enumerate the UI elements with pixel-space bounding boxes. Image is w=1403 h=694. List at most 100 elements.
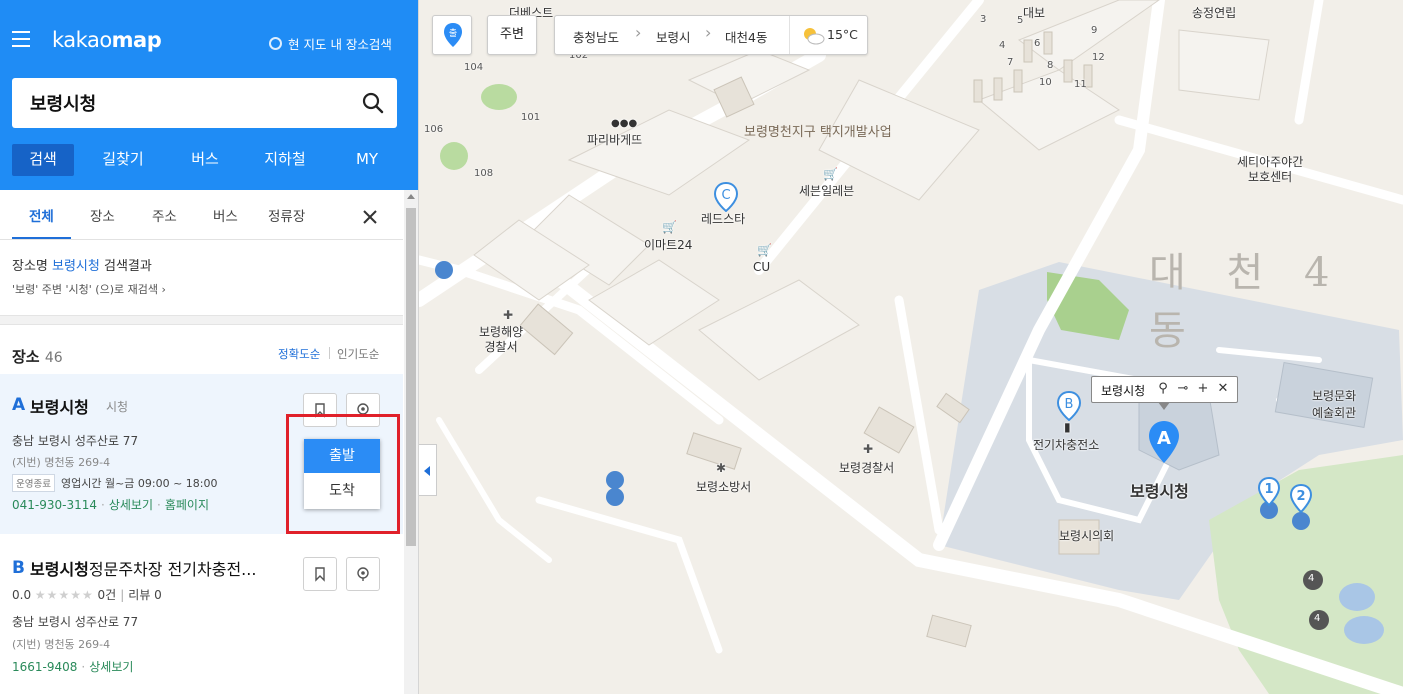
tab-bus[interactable]: 버스 [174,144,236,176]
search-box [12,78,397,128]
building-number: 10 [1039,77,1052,88]
svg-text:B: B [1065,397,1074,412]
poi-cu[interactable]: CU [753,260,770,274]
breadcrumb-dong[interactable]: 대천4동 [725,27,767,46]
chevron-right-icon: › [635,23,642,42]
place-count: 46 [44,350,63,366]
main-tabs: 검색 길찾기 버스 지하철 MY [12,144,407,176]
close-icon[interactable] [360,207,380,227]
map-canvas[interactable]: 104 101 102 106 108 3 4 5 6 7 8 9 10 11 … [419,0,1403,694]
building-number: 3 [980,14,987,25]
tooltip-title: 보령시청 [1101,384,1146,398]
my-location-button[interactable]: 출 [432,15,472,55]
bookmark-icon [315,567,325,582]
cart-icon: 🛒 [757,243,772,257]
poi-ev-charger[interactable]: 전기차충전소 [1033,436,1099,453]
route-icon[interactable]: ⊸ [1176,381,1190,397]
park-number: 4 [1308,573,1315,584]
filter-tab-bus[interactable]: 버스 [213,205,238,225]
marker-letter: A [12,395,26,415]
map-pin-c[interactable]: C [714,182,738,212]
tab-directions[interactable]: 길찾기 [92,144,154,176]
map-pin-1[interactable]: 1 [1258,477,1280,507]
chevron-right-icon: › [705,23,712,42]
phone-number[interactable]: 1661-9408 [12,660,77,674]
location-pin-icon [357,567,369,581]
dong-label: 대 천 4 동 [1149,250,1344,354]
place-hours: 운영종료 영업시간 월~금 09:00 ~ 18:00 [12,474,218,492]
bakery-icon: ●●● [611,118,638,129]
filter-tab-all[interactable]: 전체 [29,205,54,225]
breadcrumb-province[interactable]: 충청남도 [573,27,619,46]
map-pin-2[interactable]: 2 [1290,484,1312,514]
hours-text: 영업시간 월~금 09:00 ~ 18:00 [60,477,218,490]
tab-my[interactable]: MY [336,144,398,176]
poi-city-council[interactable]: 보령시의회 [1059,527,1114,544]
filter-tab-address[interactable]: 주소 [152,205,177,225]
search-icon[interactable] [361,91,385,115]
filter-tab-stop[interactable]: 정류장 [268,205,305,225]
region-breadcrumb: 충청남도 › 보령시 › 대천4동 15°C [554,15,868,55]
kakaomap-logo[interactable]: kakaomap [52,28,162,52]
poi-culture-center[interactable]: 보령문화 예술회관 [1312,388,1356,422]
poi-emart24[interactable]: 이마트24 [644,236,692,253]
panel-collapse-button[interactable] [419,444,437,496]
research-link[interactable]: '보령' 주변 '시청' (으)로 재검색 › [12,281,166,297]
map-pin-a[interactable]: A [1147,420,1181,464]
place-title[interactable]: 보령시청 [30,394,89,418]
place-lot-address: (지번) 명천동 269-4 [12,456,111,469]
list-item[interactable]: B 보령시청정문주차장 전기차충전... 0.0 ★★★★★ 0건 | 리뷰 0 충… [0,540,403,694]
divider [329,347,330,359]
tab-subway[interactable]: 지하철 [254,144,316,176]
plus-icon[interactable]: + [1196,381,1210,397]
detail-link[interactable]: 상세보기 [89,660,133,674]
park-number: 4 [1314,613,1321,624]
building-number: 9 [1091,25,1098,36]
rating-value: 0.0 [12,588,32,602]
poi-redstar[interactable]: 레드스타 [701,210,745,227]
star-rating-icon: ★★★★★ [34,588,94,602]
scroll-up-icon[interactable] [407,194,415,199]
rating-count: 0건 [97,588,117,602]
result-prefix: 장소명 [12,259,53,274]
place-title[interactable]: 보령시청정문주차장 전기차충전... [30,556,256,580]
area-search-toggle[interactable]: 현 지도 내 장소검색 [269,34,392,53]
place-category: 시청 [106,400,129,414]
place-lot-address: (지번) 명천동 269-4 [12,638,111,651]
poi-paris-baguette[interactable]: 파리바게뜨 [587,131,642,148]
building-number: 6 [1034,38,1041,49]
highlight-box [286,414,400,534]
bookmark-button[interactable] [303,557,337,591]
poi-seven-eleven[interactable]: 세븐일레븐 [799,182,854,199]
breadcrumb-city[interactable]: 보령시 [656,27,691,46]
scroll-thumb[interactable] [406,208,416,546]
route-button[interactable] [346,557,380,591]
poi-coast-guard[interactable]: 보령해양 경찰서 [479,325,523,355]
fire-station-icon: ✱ [716,461,727,475]
filter-tab-place[interactable]: 장소 [90,205,115,225]
poi-elder-care[interactable]: 세티아주야간 보호센터 [1237,155,1303,185]
radio-icon [269,37,282,50]
building-number: 11 [1074,79,1087,90]
svg-text:C: C [721,188,730,203]
poi-police[interactable]: 보령경찰서 [839,459,894,476]
scrollbar[interactable] [404,190,418,694]
phone-number[interactable]: 041-930-3114 [12,498,97,512]
search-input[interactable] [30,90,350,116]
sort-popularity[interactable]: 인기도순 [337,346,379,362]
close-icon[interactable]: ✕ [1216,381,1230,397]
detail-link[interactable]: 상세보기 [109,498,153,512]
sort-accuracy[interactable]: 정확도순 [278,346,320,362]
active-tab-indicator [12,237,71,239]
poi-fire-station[interactable]: 보령소방서 [696,478,751,495]
building-number: 101 [521,112,541,123]
pin-icon[interactable]: ⚲ [1156,381,1170,397]
marker-letter: B [12,558,25,578]
tab-search[interactable]: 검색 [12,144,74,176]
hamburger-menu-icon[interactable] [12,31,30,47]
map-place-tooltip: 보령시청 ⚲ ⊸ + ✕ [1091,376,1238,410]
map-pin-b[interactable]: B [1057,391,1081,421]
nearby-button[interactable]: 주변 [487,15,537,55]
homepage-link[interactable]: 홈페이지 [165,498,209,512]
poi-city-hall[interactable]: 보령시청 [1130,478,1189,502]
